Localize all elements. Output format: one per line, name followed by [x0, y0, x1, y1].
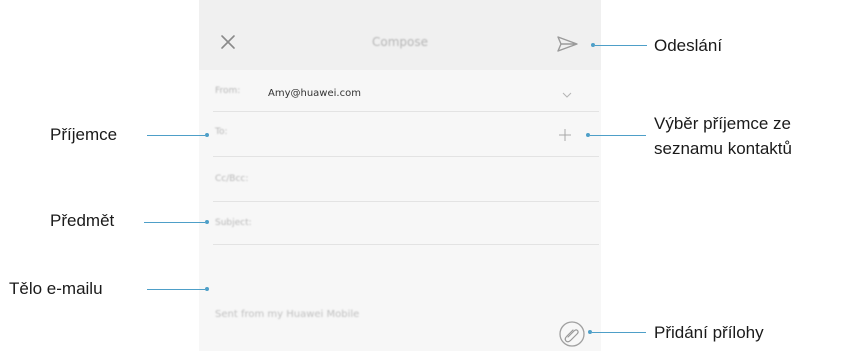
status-bar — [199, 0, 601, 20]
callout-line — [144, 222, 205, 223]
callout-line — [590, 135, 646, 136]
from-row[interactable]: From: — [199, 72, 601, 112]
send-icon[interactable] — [555, 33, 581, 55]
callout-dot — [205, 133, 209, 137]
subject-row[interactable]: Subject: — [199, 203, 601, 243]
email-body-signature[interactable]: Sent from my Huawei Mobile — [215, 309, 359, 320]
from-label: From: — [215, 86, 241, 96]
chevron-down-icon[interactable] — [561, 90, 573, 100]
callout-dot — [205, 220, 209, 224]
from-value: Amy@huawei.com — [268, 88, 361, 99]
callout-dot — [205, 287, 209, 291]
callout-attach: Přidání přílohy — [654, 323, 764, 342]
to-row[interactable]: To: — [199, 113, 601, 153]
cc-bcc-row[interactable]: Cc/Bcc: — [199, 158, 601, 198]
divider — [213, 201, 599, 202]
callout-line — [147, 135, 205, 136]
callout-send: Odeslání — [654, 36, 723, 55]
divider — [213, 156, 599, 157]
paperclip-icon[interactable] — [558, 320, 586, 348]
compose-toolbar: Compose — [199, 20, 601, 70]
callout-line — [592, 332, 646, 333]
cc-bcc-label: Cc/Bcc: — [215, 174, 249, 184]
callout-pick-contact-line2: seznamu kontaktů — [654, 139, 792, 158]
callout-pick-contact-line1: Výběr příjemce ze — [654, 114, 791, 133]
compose-title: Compose — [371, 35, 428, 49]
callout-subject: Předmět — [50, 211, 115, 230]
compose-screen: Compose From: To: Cc/Bcc: Subject: Sent … — [199, 0, 601, 351]
callout-line — [147, 289, 205, 290]
divider — [213, 244, 599, 245]
divider — [213, 111, 599, 112]
subject-label: Subject: — [215, 218, 252, 228]
callout-body: Tělo e-mailu — [9, 279, 103, 298]
to-label: To: — [215, 127, 228, 137]
callout-recipient: Příjemce — [50, 125, 118, 144]
callout-line — [595, 45, 647, 46]
plus-icon[interactable] — [558, 128, 572, 142]
